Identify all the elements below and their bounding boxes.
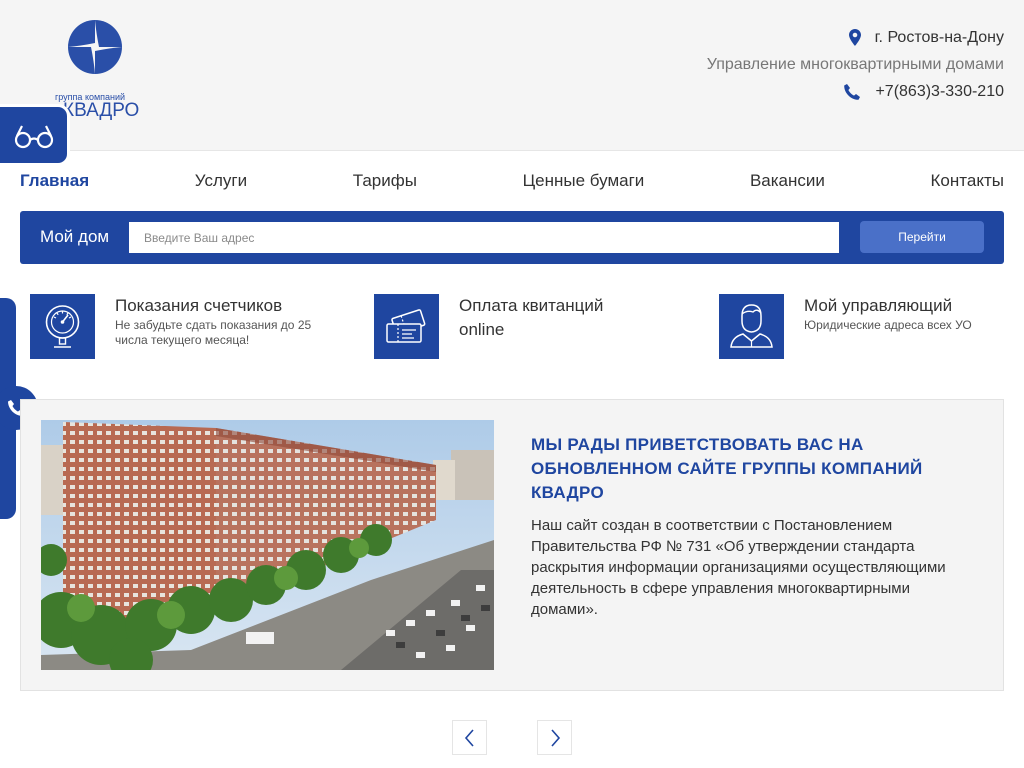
main-nav: Главная Услуги Тарифы Ценные бумаги Вака… [20, 170, 1004, 194]
quicklink-meters-icon-box [30, 294, 95, 359]
address-input[interactable] [129, 222, 839, 253]
quicklink-manager-desc: Юридические адреса всех УО [804, 318, 972, 332]
slide-text: Наш сайт создан в соответствии с Постано… [531, 517, 946, 618]
phone-row[interactable]: +7(863)3-330-210 [707, 80, 1004, 107]
quicklink-manager-title: Мой управляющий [804, 296, 953, 315]
slider-next-button[interactable] [537, 720, 572, 755]
quicklink-payment[interactable]: Оплата квитанций online [374, 294, 674, 359]
city-text: г. Ростов-на-Дону [874, 29, 1004, 46]
nav-item-vacancies[interactable]: Вакансии [750, 170, 825, 194]
tagline: Управление многоквартирными домами [706, 56, 1004, 73]
phone-icon [844, 83, 861, 100]
map-pin-icon [848, 29, 861, 47]
nav-item-tariffs[interactable]: Тарифы [353, 170, 417, 194]
header: группа компаний КВАДРО г. Ростов-на-Дону… [0, 0, 1024, 151]
accessibility-toggle[interactable] [0, 104, 70, 166]
quicklink-manager-icon-box [719, 294, 784, 359]
logo[interactable]: группа компаний КВАДРО [55, 18, 155, 123]
slider-prev-button[interactable] [452, 720, 487, 755]
page: группа компаний КВАДРО г. Ростов-на-Дону… [0, 0, 1024, 768]
quicklink-meters[interactable]: Показания счетчиков Не забудьте сдать по… [30, 294, 350, 359]
building-photo [41, 420, 494, 670]
building-photo-image [41, 420, 494, 670]
quicklink-meters-desc: Не забудьте сдать показания до 25 числа … [115, 318, 312, 347]
search-label: Мой дом [40, 227, 110, 246]
quicklink-manager[interactable]: Мой управляющий Юридические адреса всех … [719, 294, 1004, 359]
quicklink-payment-icon-box [374, 294, 439, 359]
contact-block: г. Ростов-на-Дону Управление многокварти… [707, 26, 1004, 107]
city-row: г. Ростов-на-Дону [707, 26, 1004, 53]
nav-item-contacts[interactable]: Контакты [931, 170, 1004, 194]
slide-headline: МЫ РАДЫ ПРИВЕТСТВОВАТЬ ВАС НА ОБНОВЛЕННО… [531, 435, 923, 502]
tickets-icon [386, 309, 426, 343]
my-house-search: Мой дом Перейти [20, 211, 1004, 264]
chevron-left-icon [464, 729, 474, 747]
manager-person-icon [730, 304, 773, 348]
chevron-right-icon [551, 729, 561, 747]
phone-text: +7(863)3-330-210 [875, 83, 1004, 100]
glasses-icon [14, 125, 54, 149]
quicklink-payment-title: Оплата квитанций online [459, 296, 604, 339]
nav-item-services[interactable]: Услуги [195, 170, 247, 194]
meter-gauge-icon [45, 305, 80, 348]
logo-mark-icon [68, 20, 122, 74]
news-slide: МЫ РАДЫ ПРИВЕТСТВОВАТЬ ВАС НА ОБНОВЛЕННО… [20, 399, 1004, 691]
nav-item-securities[interactable]: Ценные бумаги [523, 170, 645, 194]
quicklink-meters-title: Показания счетчиков [115, 296, 283, 315]
nav-item-home[interactable]: Главная [20, 170, 89, 194]
logo-name: КВАДРО [63, 100, 140, 121]
go-button[interactable]: Перейти [860, 221, 984, 253]
